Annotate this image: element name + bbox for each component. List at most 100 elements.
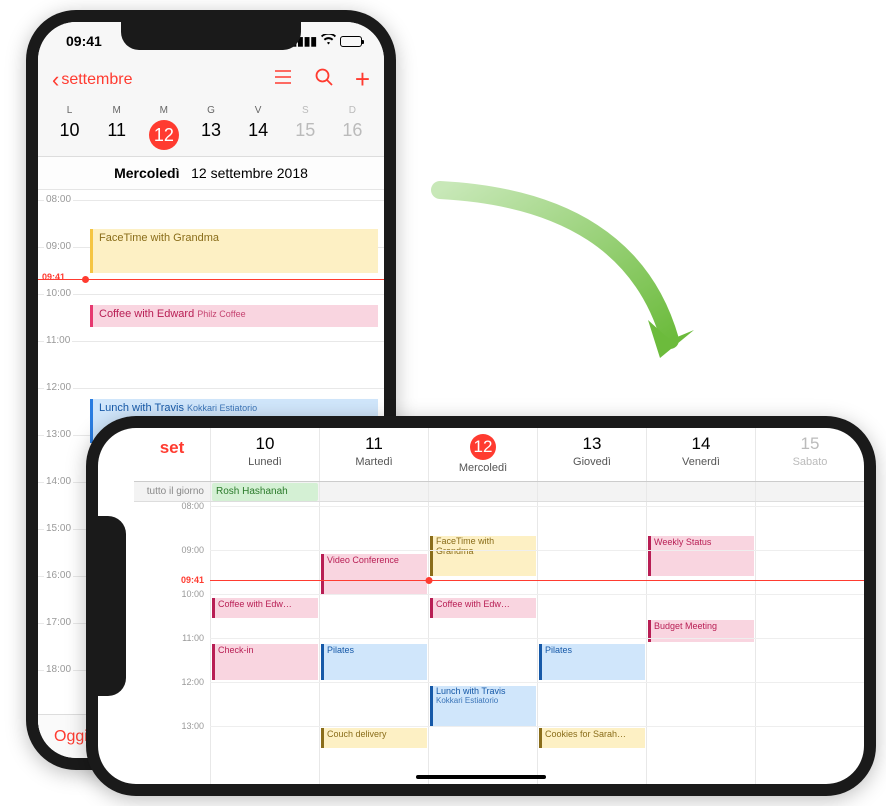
nav-bar: ‹ settembre + xyxy=(38,60,384,105)
allday-row: tutto il giorno Rosh Hashanah xyxy=(134,482,864,502)
calendar-event[interactable]: Cookies for Sarah… xyxy=(539,728,645,748)
hour-label: 18:00 xyxy=(44,664,73,675)
landscape-calendar: set 10 Lunedì11 Martedì12 Mercoledì13 Gi… xyxy=(98,428,864,784)
day-column[interactable]: V 14 xyxy=(235,105,282,150)
calendar-event[interactable]: Weekly Status xyxy=(648,536,754,576)
hour-label: 15:00 xyxy=(44,523,73,534)
day-column[interactable]: Pilates Cookies for Sarah… xyxy=(537,502,646,784)
hour-label: 17:00 xyxy=(44,617,73,628)
day-column[interactable]: M 12 xyxy=(140,105,187,150)
hour-label: 12:00 xyxy=(44,382,73,393)
date-subtitle: Mercoledì 12 settembre 2018 xyxy=(38,157,384,190)
nav-actions: + xyxy=(273,64,370,95)
today-button[interactable]: Oggi xyxy=(54,728,88,746)
hour-label: 11:00 xyxy=(44,335,72,346)
day-name: Venerdì xyxy=(647,456,755,468)
day-number: 15 xyxy=(756,434,864,454)
hour-label: 08:00 xyxy=(44,194,73,205)
calendar-event[interactable]: Couch delivery xyxy=(321,728,427,748)
hour-label: 10:00 xyxy=(44,288,73,299)
day-name: Mercoledì xyxy=(429,462,537,474)
allday-slot[interactable] xyxy=(537,482,646,501)
day-number: 14 xyxy=(647,434,755,454)
day-name: Giovedì xyxy=(538,456,646,468)
add-icon[interactable]: + xyxy=(355,64,370,95)
day-column-header[interactable]: 14 Venerdì xyxy=(646,428,755,481)
day-name: Lunedì xyxy=(211,456,319,468)
allday-label: tutto il giorno xyxy=(134,482,210,501)
search-icon[interactable] xyxy=(315,68,333,92)
day-column[interactable]: S 15 xyxy=(282,105,329,150)
status-time: 09:41 xyxy=(66,33,102,49)
hour-label: 11:00 xyxy=(182,633,204,643)
calendar-event[interactable]: FaceTime with Grandma xyxy=(90,229,378,273)
day-column[interactable]: D 16 xyxy=(329,105,376,150)
day-letter: G xyxy=(187,105,234,116)
now-indicator xyxy=(210,580,864,581)
status-icons: ▮▮▮▮ xyxy=(291,34,362,48)
iphone-landscape: set 10 Lunedì11 Martedì12 Mercoledì13 Gi… xyxy=(86,416,876,796)
allday-slot[interactable] xyxy=(319,482,428,501)
battery-icon xyxy=(340,36,362,47)
now-label: 09:41 xyxy=(181,575,204,585)
hour-label: 13:00 xyxy=(44,429,73,440)
day-letter: V xyxy=(235,105,282,116)
week-header: L 10M 11M 12G 13V 14S 15D 16 xyxy=(38,105,384,157)
calendar-event[interactable]: Check-in xyxy=(212,644,318,680)
list-icon[interactable] xyxy=(273,69,293,91)
calendar-event[interactable]: Coffee with Edw… xyxy=(212,598,318,618)
subtitle-date: 12 settembre 2018 xyxy=(191,165,308,181)
day-number: 13 xyxy=(538,434,646,454)
notch xyxy=(121,22,301,50)
calendar-event[interactable]: Video Conference xyxy=(321,554,427,594)
day-column-header[interactable]: 11 Martedì xyxy=(319,428,428,481)
allday-slot[interactable] xyxy=(428,482,537,501)
calendar-event[interactable]: FaceTime with Grandma xyxy=(430,536,536,576)
day-column[interactable]: Video Conference Pilates Couch delivery xyxy=(319,502,428,784)
day-letter: S xyxy=(282,105,329,116)
calendar-event[interactable]: Coffee with Edward Philz Coffee xyxy=(90,305,378,327)
day-column-header[interactable]: 12 Mercoledì xyxy=(428,428,537,481)
chevron-left-icon: ‹ xyxy=(52,67,59,93)
hour-gutter: 08:0009:0010:0011:0012:0013:0009:41 xyxy=(134,502,210,784)
day-column[interactable]: L 10 xyxy=(46,105,93,150)
hour-label: 12:00 xyxy=(181,677,204,687)
hour-label: 09:00 xyxy=(44,241,73,252)
screen-landscape: set 10 Lunedì11 Martedì12 Mercoledì13 Gi… xyxy=(98,428,864,784)
day-column-header[interactable]: 13 Giovedì xyxy=(537,428,646,481)
hour-label: 14:00 xyxy=(44,476,73,487)
day-column[interactable]: Weekly StatusBudget Meeting xyxy=(646,502,755,784)
day-column-header[interactable]: 10 Lunedì xyxy=(210,428,319,481)
day-column[interactable] xyxy=(755,502,864,784)
day-columns: Coffee with Edw…Check-inVideo Conference… xyxy=(210,502,864,784)
back-button[interactable]: ‹ settembre xyxy=(52,67,132,93)
day-column[interactable]: FaceTime with Grandma Coffee with Edw… Lun… xyxy=(428,502,537,784)
hour-label: 10:00 xyxy=(181,589,204,599)
day-name: Sabato xyxy=(756,456,864,468)
day-column[interactable]: M 11 xyxy=(93,105,140,150)
rotate-arrow-icon xyxy=(400,170,710,395)
day-number: 11 xyxy=(93,120,140,141)
day-number: 14 xyxy=(235,120,282,141)
calendar-event[interactable]: Pilates xyxy=(321,644,427,680)
day-number: 12 xyxy=(470,434,496,460)
calendar-event[interactable]: Lunch with TravisKokkari Estiatorio xyxy=(430,686,536,726)
day-number: 12 xyxy=(149,120,179,150)
allday-slot[interactable] xyxy=(755,482,864,501)
subtitle-dow: Mercoledì xyxy=(114,165,179,181)
day-column[interactable]: G 13 xyxy=(187,105,234,150)
allday-slot[interactable] xyxy=(646,482,755,501)
hour-label: 08:00 xyxy=(181,501,204,511)
month-label: set xyxy=(160,438,185,458)
week-timeline[interactable]: 08:0009:0010:0011:0012:0013:0009:41 Coff… xyxy=(134,502,864,784)
allday-event[interactable]: Rosh Hashanah xyxy=(212,483,318,501)
hour-label: 09:00 xyxy=(181,545,204,555)
month-button[interactable]: set xyxy=(134,428,210,481)
calendar-event[interactable]: Pilates xyxy=(539,644,645,680)
calendar-event[interactable]: Coffee with Edw… xyxy=(430,598,536,618)
now-indicator: 09:41 xyxy=(38,279,384,280)
day-column-header[interactable]: 15 Sabato xyxy=(755,428,864,481)
day-column[interactable]: Coffee with Edw… Check-in xyxy=(210,502,319,784)
day-letter: M xyxy=(140,105,187,116)
allday-slot[interactable]: Rosh Hashanah xyxy=(210,482,319,501)
